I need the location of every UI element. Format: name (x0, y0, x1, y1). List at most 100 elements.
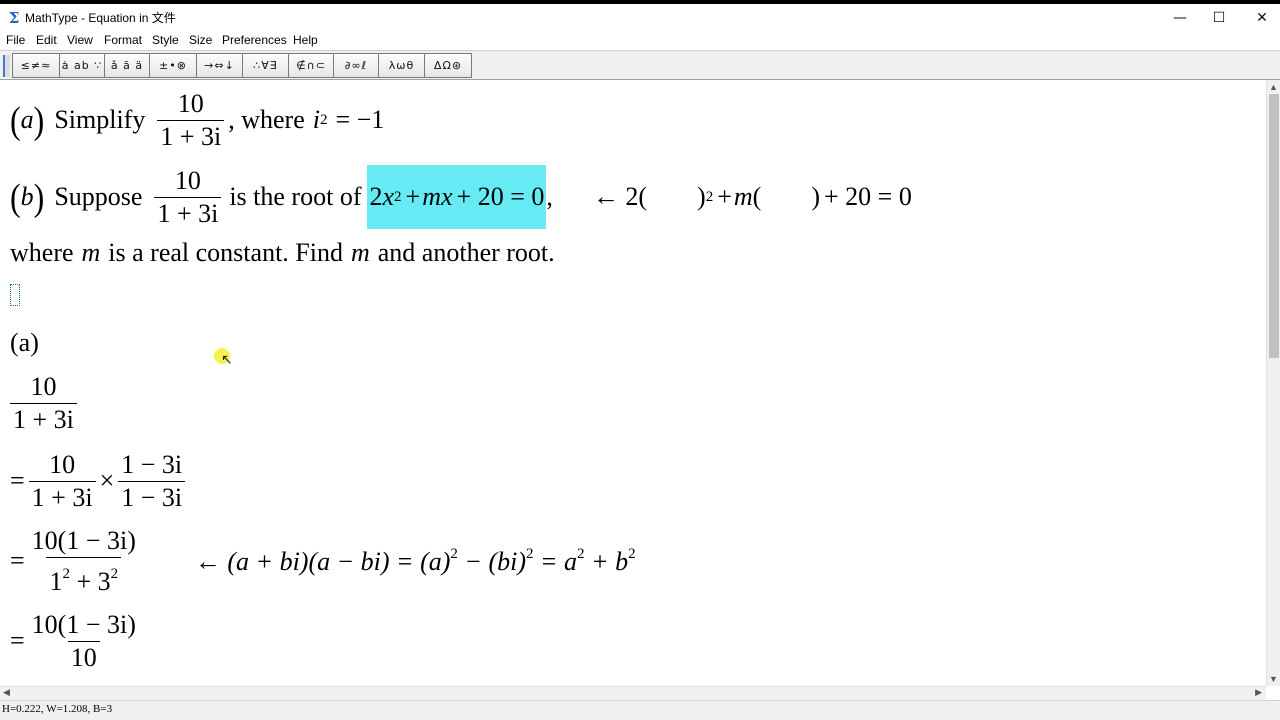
identity-term: − (bi) (457, 546, 526, 576)
paren-open: ( (10, 174, 21, 218)
solution-step-3[interactable]: = 10(1 − 3i) 12 + 32 ← (a + bi)(a − bi) … (10, 526, 636, 596)
exponent: 2 (394, 188, 402, 205)
menu-help[interactable]: Help (293, 32, 318, 48)
plus-20-equals-0: + 20 = 0 (824, 182, 912, 211)
embellishments-palette-icon[interactable]: ǎ ā ä (105, 54, 150, 77)
fraction-numerator: 10 (174, 165, 201, 195)
identity-term: + b (584, 546, 629, 576)
greek-uppercase-palette-icon[interactable]: ΔΩ⊛ (425, 54, 471, 77)
scroll-right-arrow-icon[interactable]: ▶ (1255, 687, 1262, 698)
menu-size[interactable]: Size (189, 32, 212, 48)
set-theory-palette-icon[interactable]: ∉∩⊂ (289, 54, 334, 77)
mouse-pointer-icon: ↖ (221, 352, 233, 368)
vertical-scrollbar[interactable]: ▲ ▼ (1266, 80, 1280, 686)
solution-step-4[interactable]: = 10(1 − 3i) 10 (10, 606, 143, 676)
where-text: , where (228, 105, 305, 134)
paren-close: ) (697, 182, 706, 211)
fraction-numerator: 10(1 − 3i) (31, 525, 136, 555)
comma: , (546, 182, 553, 211)
exponent: 2 (705, 188, 714, 205)
mathtype-sigma-icon: Σ (8, 9, 20, 27)
fraction-conjugate: 1 − 3i 1 − 3i (118, 449, 186, 514)
menu-file[interactable]: File (6, 32, 25, 48)
arrows-palette-icon[interactable]: →⇔↓ (197, 54, 243, 77)
fraction-denominator: 10 (67, 640, 100, 674)
fraction-numerator: 10 (49, 449, 76, 479)
fraction-denominator: 1 + 3i (157, 119, 225, 153)
spaces-ellipses-palette-icon[interactable]: ȧ ab ∵ (60, 54, 105, 77)
plus-20-equals-0: + 20 = 0 (456, 182, 545, 211)
identity-note: ← (a + bi)(a − bi) = (a)2 − (bi)2 = a2 +… (195, 546, 636, 577)
identity-lhs: ← (a + bi)(a − bi) = (a) (194, 546, 451, 576)
where-text: where (10, 238, 74, 267)
fraction-10-over-1-plus-3i: 10 1 + 3i (10, 371, 77, 436)
fraction-denominator: 1 + 3i (10, 402, 77, 436)
var-m: m (422, 182, 441, 211)
menu-preferences[interactable]: Preferences (222, 32, 287, 48)
fraction-denominator: 1 − 3i (118, 480, 186, 514)
exponent: 2 (526, 545, 534, 562)
simplify-word: Simplify (54, 105, 146, 134)
logic-palette-icon[interactable]: ∴∀∃ (243, 54, 289, 77)
solution-a-label[interactable]: (a) (10, 324, 39, 362)
menu-edit[interactable]: Edit (36, 32, 57, 48)
den-term: + 3 (76, 566, 111, 596)
fraction-10-over-1-plus-3i: 10 1 + 3i (157, 88, 225, 153)
solution-a-text: (a) (10, 328, 39, 357)
solution-step-2[interactable]: = 10 1 + 3i × 1 − 3i 1 − 3i (10, 448, 189, 514)
paren-close: ) (33, 174, 45, 218)
window-title: MathType - Equation in 文件 (25, 11, 176, 25)
misc-symbols-palette-icon[interactable]: ∂∞ℓ (334, 54, 379, 77)
exponent: 2 (62, 565, 70, 582)
greek-lowercase-palette-icon[interactable]: λωθ (379, 54, 425, 77)
question-b-line[interactable]: ( b ) Suppose 10 1 + 3i is the root of 2… (10, 164, 912, 230)
exponent: 2 (577, 545, 585, 562)
var-x: x (440, 182, 453, 211)
var-x: x (382, 182, 395, 211)
fraction-denominator: 1 + 3i (154, 196, 222, 230)
var-m: m (81, 238, 101, 267)
menu-style[interactable]: Style (152, 32, 179, 48)
title-bar: Σ MathType - Equation in 文件 — ☐ ✕ (0, 0, 1280, 34)
equation-editing-area[interactable]: ( a ) Simplify 10 1 + 3i , where i2 = −1… (0, 80, 1266, 686)
fraction-10-over-1-plus-3i: 10 1 + 3i (154, 165, 222, 230)
menu-view[interactable]: View (67, 32, 93, 48)
fraction-simplified: 10(1 − 3i) 10 (29, 609, 139, 674)
exponent: 2 (319, 111, 328, 128)
scroll-left-arrow-icon[interactable]: ◀ (3, 687, 10, 698)
var-m: m (733, 182, 753, 211)
status-dimensions: H=0.222, W=1.208, B=3 (2, 703, 113, 715)
fraction-denominator: 12 + 32 (46, 556, 122, 598)
question-a-line[interactable]: ( a ) Simplify 10 1 + 3i , where i2 = −1 (10, 88, 384, 152)
vertical-scroll-thumb[interactable] (1269, 94, 1279, 358)
paren-open: ( (10, 97, 21, 141)
equals-sign: = (10, 626, 25, 655)
var-i: i (312, 105, 320, 134)
another-root-text: and another root. (377, 238, 555, 267)
symbol-toolbar: ≤≠≈ ȧ ab ∵ ǎ ā ä ±•⊗ →⇔↓ ∴∀∃ ∉∩⊂ ∂∞ℓ λωθ… (0, 50, 1280, 80)
status-bar: H=0.222, W=1.208, B=3 (0, 700, 1280, 720)
substitution-arrow-expression: ← 2( (592, 182, 648, 211)
fraction-numerator: 10 (177, 88, 204, 118)
equals-sign: = (10, 546, 25, 575)
question-b-second-line[interactable]: where m is a real constant. Find m and a… (10, 236, 555, 270)
selected-quadratic-equation[interactable]: 2x2 + mx + 20 = 0 (367, 165, 547, 229)
fraction-expanded: 10(1 − 3i) 12 + 32 (29, 525, 139, 598)
paren-open: ( (752, 182, 762, 211)
scroll-up-arrow-icon[interactable]: ▲ (1269, 82, 1278, 92)
fraction-numerator: 10 (30, 371, 57, 401)
paren-close: ) (33, 97, 45, 141)
operators-palette-icon[interactable]: ±•⊗ (150, 54, 197, 77)
equals-minus-one: = −1 (335, 105, 385, 134)
scroll-down-arrow-icon[interactable]: ▼ (1269, 674, 1278, 684)
is-root-of-text: is the root of (229, 182, 362, 211)
empty-slot-cursor[interactable] (10, 284, 20, 306)
toolbar-grip-handle[interactable] (3, 55, 10, 77)
exponent: 2 (628, 545, 636, 562)
relations-palette-icon[interactable]: ≤≠≈ (13, 54, 60, 77)
plus-sign: + (405, 182, 421, 211)
menu-format[interactable]: Format (104, 32, 142, 48)
exponent: 2 (450, 545, 458, 562)
solution-step-1[interactable]: 10 1 + 3i (10, 370, 81, 436)
horizontal-scrollbar[interactable]: ◀ ▶ (0, 686, 1266, 700)
